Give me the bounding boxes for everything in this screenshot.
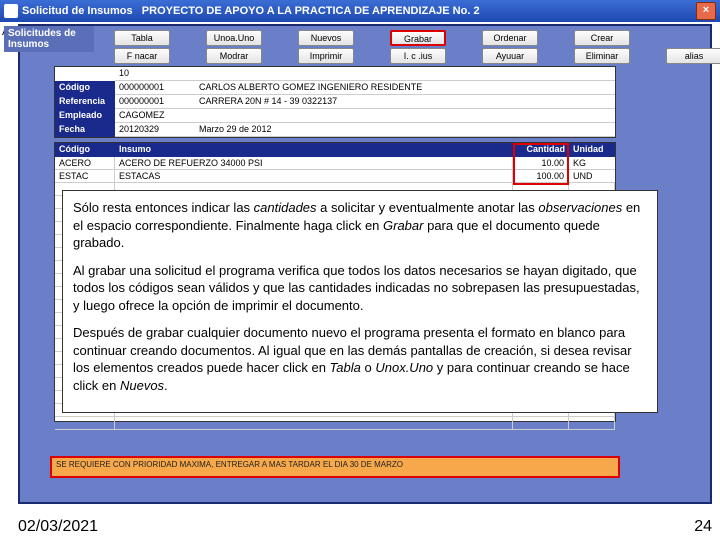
empleado-name: CARLOS ALBERTO GOMEZ INGENIERO RESIDENTE [195, 81, 615, 95]
icius-button[interactable]: I. c .ius [390, 48, 446, 64]
empleado-field[interactable]: CAGOMEZ [115, 109, 195, 123]
footer-date: 02/03/2021 [18, 518, 98, 536]
ayudar-button[interactable]: Ayuuar [482, 48, 538, 64]
fecha-text: Marzo 29 de 2012 [195, 123, 615, 137]
toolbar: Tabla F nacar Unoa.Uno Modrar Nuevos Imp… [114, 30, 706, 64]
observaciones-area: SE REQUIERE CON PRIORIDAD MAXIMA, ENTREG… [50, 456, 620, 484]
col-codigo: Código [55, 143, 115, 157]
window-titlebar: Solicitud de Insumos PROYECTO DE APOYO A… [0, 0, 720, 22]
fecha-label: Fecha [55, 123, 115, 137]
referencia-label: Referencia [55, 95, 115, 109]
doc-number: 10 [115, 67, 615, 81]
crear-button[interactable]: Crear [574, 30, 630, 46]
imprimir-button[interactable]: Imprimir [298, 48, 354, 64]
app-icon [4, 4, 18, 18]
tabla-button[interactable]: Tabla [114, 30, 170, 46]
alias-button[interactable]: alias [666, 48, 720, 64]
referencia-field[interactable]: 000000001 [115, 95, 195, 109]
close-icon[interactable]: × [696, 2, 716, 20]
col-cantidad: Cantidad [513, 143, 569, 157]
grid-header: Código Insumo Cantidad Unidad [55, 143, 615, 157]
eliminar-button[interactable]: Eliminar [574, 48, 630, 64]
header-info: 10 Código000000001CARLOS ALBERTO GOMEZ I… [54, 66, 616, 138]
slide-footer: 02/03/2021 24 [18, 518, 712, 536]
fnacar-button[interactable]: F nacar [114, 48, 170, 64]
col-insumo: Insumo [115, 143, 513, 157]
instruction-callout: Sólo resta entonces indicar las cantidad… [62, 190, 658, 413]
modrar-button[interactable]: Modrar [206, 48, 262, 64]
grabar-button[interactable]: Grabar [390, 30, 446, 46]
empleado-label: Empleado [55, 109, 115, 123]
table-row[interactable]: ESTAC ESTACAS 100.00 UND [55, 170, 615, 183]
observaciones-field[interactable]: SE REQUIERE CON PRIORIDAD MAXIMA, ENTREG… [50, 456, 620, 478]
form-title: Solicitudes de Insumos [4, 26, 94, 52]
unoauno-button[interactable]: Unoa.Uno [206, 30, 262, 46]
table-row[interactable]: ACERO ACERO DE REFUERZO 34000 PSI 10.00 … [55, 157, 615, 170]
codigo-label: Código [55, 81, 115, 95]
window-title: Solicitud de Insumos PROYECTO DE APOYO A… [22, 5, 696, 17]
nuevos-button[interactable]: Nuevos [298, 30, 354, 46]
fecha-field[interactable]: 20120329 [115, 123, 195, 137]
col-unidad: Unidad [569, 143, 615, 157]
footer-page: 24 [694, 518, 712, 536]
ordenar-button[interactable]: Ordenar [482, 30, 538, 46]
codigo-field[interactable]: 000000001 [115, 81, 195, 95]
empleado-address: CARRERA 20N # 14 - 39 0322137 [195, 95, 615, 109]
